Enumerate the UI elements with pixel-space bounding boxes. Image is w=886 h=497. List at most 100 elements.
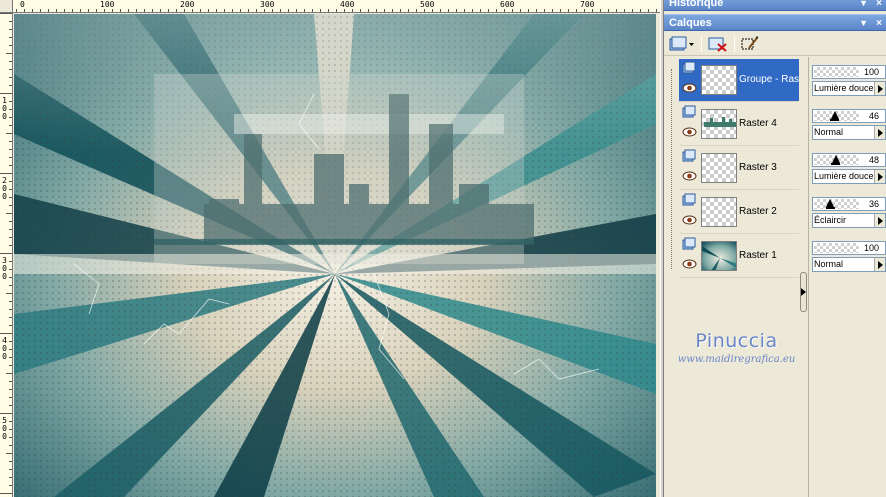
ruler-tick (6, 213, 12, 214)
opacity-slider[interactable]: 100 (812, 241, 886, 255)
visibility-eye-icon[interactable] (682, 259, 697, 269)
blend-mode-value: Lumière douce (814, 171, 874, 181)
ruler-tick (232, 9, 233, 12)
opacity-slider-marker[interactable] (831, 155, 840, 163)
layer-list: Groupe - Raster 4 Raster 4 Raster 3 Raster … (664, 57, 807, 497)
ruler-tick (416, 9, 417, 12)
ruler-tick (280, 9, 281, 12)
dropdown-arrow-icon[interactable] (874, 82, 885, 95)
layer-row[interactable]: Raster 1 (679, 235, 799, 278)
ruler-tick (648, 9, 649, 12)
ruler-tick (576, 9, 577, 12)
ruler-tick (120, 9, 121, 12)
ruler-tick (560, 9, 561, 12)
ruler-tick (9, 397, 12, 398)
ruler-tick (528, 9, 529, 12)
layer-thumbnail (701, 65, 737, 95)
close-icon[interactable]: × (876, 15, 882, 32)
ruler-tick (0, 13, 12, 14)
opacity-slider-marker[interactable] (826, 199, 835, 207)
ruler-tick (9, 285, 12, 286)
ruler-tick (80, 9, 81, 12)
ruler-tick (9, 477, 12, 478)
dropdown-arrow-icon[interactable] (874, 214, 885, 227)
ruler-tick (656, 9, 657, 12)
opacity-value: 100 (863, 67, 879, 77)
ruler-tick (56, 9, 57, 12)
new-layer-button[interactable] (668, 34, 696, 54)
blend-mode-select[interactable]: Normal (812, 257, 886, 272)
opacity-slider[interactable]: 46 (812, 109, 886, 123)
dropdown-arrow-icon[interactable] (874, 258, 885, 271)
historique-palette-title[interactable]: Historique ▼ × (664, 0, 886, 11)
ruler-label: 500 (420, 0, 435, 9)
opacity-slider-marker[interactable] (830, 111, 839, 119)
layer-row[interactable]: Raster 2 (679, 191, 799, 234)
ruler-tick (264, 9, 265, 12)
calques-title-text: Calques (669, 17, 712, 29)
opacity-track (814, 199, 859, 209)
delete-layer-button[interactable] (706, 34, 730, 54)
ruler-label: 4 0 0 (2, 336, 7, 361)
dropdown-arrow-icon[interactable] (874, 170, 885, 183)
blend-mode-value: Normal (814, 259, 844, 269)
layer-thumbnail (701, 241, 737, 271)
ruler-tick (608, 9, 609, 12)
visibility-eye-icon[interactable] (682, 171, 697, 181)
ruler-label: 2 0 0 (2, 176, 7, 201)
ruler-tick (9, 141, 12, 142)
ruler-tick (600, 9, 601, 12)
pin-icon[interactable]: ▼ (859, 0, 868, 12)
layer-row[interactable]: Groupe - Raster 4 (679, 59, 799, 102)
pin-icon[interactable]: ▼ (859, 15, 868, 32)
visibility-eye-icon[interactable] (682, 215, 697, 225)
layer-row[interactable]: Raster 4 (679, 103, 799, 146)
close-icon[interactable]: × (876, 0, 882, 12)
layer-row[interactable]: Raster 3 (679, 147, 799, 190)
ruler-tick (248, 9, 249, 12)
ruler-tick (360, 9, 361, 12)
opacity-value: 100 (863, 243, 879, 253)
blend-mode-select[interactable]: Lumière douce (812, 81, 886, 96)
ruler-tick (104, 9, 105, 12)
palette-splitter-handle[interactable] (800, 272, 807, 312)
layers-toolbar (664, 32, 886, 56)
visibility-eye-icon[interactable] (682, 83, 697, 93)
opacity-slider[interactable]: 36 (812, 197, 886, 211)
layer-name: Raster 4 (739, 118, 777, 129)
ruler-tick (144, 9, 145, 12)
ruler-tick (312, 9, 313, 12)
ruler-tick (200, 9, 201, 12)
layer-properties: 48 Lumière douce (812, 147, 886, 190)
ruler-tick (9, 437, 12, 438)
ruler-tick (88, 9, 89, 12)
layer-name: Raster 3 (739, 162, 777, 173)
ruler-tick (9, 341, 12, 342)
ruler-tick (584, 9, 585, 12)
ruler-tick (328, 9, 329, 12)
ruler-tick (9, 325, 12, 326)
image-canvas[interactable] (14, 14, 656, 497)
ruler-tick (176, 9, 177, 12)
ruler-tick (9, 349, 12, 350)
blend-mode-select[interactable]: Normal (812, 125, 886, 140)
visibility-eye-icon[interactable] (682, 127, 697, 137)
ruler-tick (9, 277, 12, 278)
ruler-tick (0, 173, 12, 174)
blend-mode-select[interactable]: Lumière douce (812, 169, 886, 184)
ruler-tick (9, 365, 12, 366)
blend-mode-select[interactable]: Éclaircir (812, 213, 886, 228)
opacity-slider[interactable]: 48 (812, 153, 886, 167)
ruler-tick (9, 461, 12, 462)
layer-type-icon (682, 193, 696, 206)
ruler-tick (9, 317, 12, 318)
ruler-tick (6, 293, 12, 294)
ruler-tick (568, 9, 569, 12)
watermark: Pinuccia www.maidiregrafica.eu (664, 330, 809, 365)
calques-palette-title[interactable]: Calques ▼ × (664, 14, 886, 31)
layer-properties: 36 Éclaircir (812, 191, 886, 234)
edit-selection-button[interactable] (738, 34, 762, 54)
opacity-slider[interactable]: 100 (812, 65, 886, 79)
dropdown-arrow-icon[interactable] (874, 126, 885, 139)
ruler-tick (0, 93, 12, 94)
